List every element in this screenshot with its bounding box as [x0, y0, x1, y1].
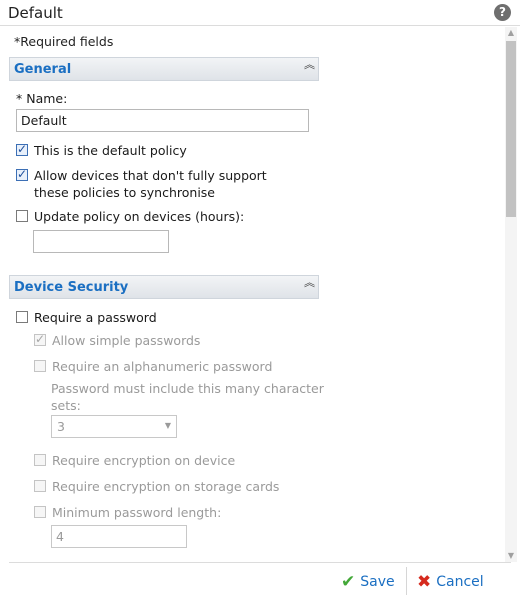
require-alnum-option: Require an alphanumeric password: [34, 358, 272, 375]
collapse-chevrons-icon[interactable]: ︽: [304, 59, 315, 70]
char-sets-label-line2: sets:: [51, 398, 81, 413]
update-policy-option[interactable]: Update policy on devices (hours):: [16, 208, 244, 225]
policy-form: *Required fields General ︽ * Name: This …: [0, 27, 503, 562]
footer-divider: [9, 562, 511, 563]
require-alnum-checkbox: [34, 360, 46, 372]
allow-simple-checkbox: [34, 332, 46, 346]
allow-devices-label-line2: these policies to synchronise: [34, 185, 215, 200]
dialog-footer: ✔ Save ✖ Cancel: [0, 562, 520, 600]
require-password-option[interactable]: Require a password: [16, 309, 157, 326]
allow-devices-label-line1: Allow devices that don't fully support: [34, 168, 267, 183]
x-icon: ✖: [417, 572, 432, 592]
checkmark-icon: ✔: [341, 572, 356, 592]
encryption-device-option: Require encryption on device: [34, 452, 235, 469]
encryption-device-label: Require encryption on device: [52, 453, 236, 468]
min-length-label: Minimum password length:: [52, 505, 222, 520]
section-header-general[interactable]: General ︽: [9, 57, 319, 81]
encryption-cards-label: Require encryption on storage cards: [52, 479, 280, 494]
require-password-checkbox[interactable]: [16, 311, 28, 323]
section-title-general: General: [14, 62, 72, 77]
allow-devices-label: Allow devices that don't fully support t…: [34, 167, 267, 201]
vertical-scrollbar[interactable]: ▲ ▼: [505, 27, 517, 562]
char-sets-label-line1: Password must include this many characte…: [51, 381, 324, 396]
help-icon[interactable]: ?: [494, 4, 511, 21]
default-policy-option[interactable]: This is the default policy: [16, 142, 187, 159]
min-length-option: Minimum password length:: [34, 504, 221, 521]
allow-simple-option: Allow simple passwords: [34, 332, 200, 349]
save-button[interactable]: ✔ Save: [341, 572, 395, 592]
update-policy-label: Update policy on devices (hours):: [34, 209, 245, 224]
dialog-title: Default: [8, 4, 63, 22]
button-separator: [406, 567, 407, 595]
default-policy-checkbox[interactable]: [16, 142, 28, 156]
update-policy-checkbox[interactable]: [16, 210, 28, 222]
require-password-label: Require a password: [34, 310, 157, 325]
cancel-button[interactable]: ✖ Cancel: [417, 572, 484, 592]
section-header-device-security[interactable]: Device Security ︽: [9, 275, 319, 299]
scroll-down-arrow-icon[interactable]: ▼: [505, 550, 517, 562]
char-sets-label: Password must include this many characte…: [51, 380, 324, 414]
cancel-label: Cancel: [436, 574, 484, 590]
char-sets-select: 3 ▼: [51, 415, 177, 438]
name-label: * Name:: [16, 91, 68, 106]
require-alnum-label: Require an alphanumeric password: [52, 359, 273, 374]
section-title-device-security: Device Security: [14, 280, 129, 295]
encryption-cards-option: Require encryption on storage cards: [34, 478, 279, 495]
required-fields-note: *Required fields: [14, 34, 114, 49]
dialog-titlebar: Default ?: [0, 0, 520, 26]
collapse-chevrons-icon[interactable]: ︽: [304, 277, 315, 288]
allow-devices-option[interactable]: Allow devices that don't fully support t…: [16, 167, 267, 201]
save-label: Save: [360, 574, 395, 590]
encryption-device-checkbox: [34, 454, 46, 466]
min-length-input: [51, 525, 187, 548]
scrollbar-thumb[interactable]: [506, 41, 516, 217]
min-length-checkbox: [34, 506, 46, 518]
chevron-down-icon: ▼: [164, 421, 171, 430]
char-sets-value: 3: [57, 419, 65, 434]
name-input[interactable]: [16, 109, 309, 132]
default-policy-label: This is the default policy: [34, 143, 187, 158]
scroll-up-arrow-icon[interactable]: ▲: [505, 27, 517, 39]
update-hours-input[interactable]: [33, 230, 169, 253]
allow-devices-checkbox[interactable]: [16, 167, 28, 181]
encryption-cards-checkbox: [34, 480, 46, 492]
allow-simple-label: Allow simple passwords: [52, 333, 201, 348]
